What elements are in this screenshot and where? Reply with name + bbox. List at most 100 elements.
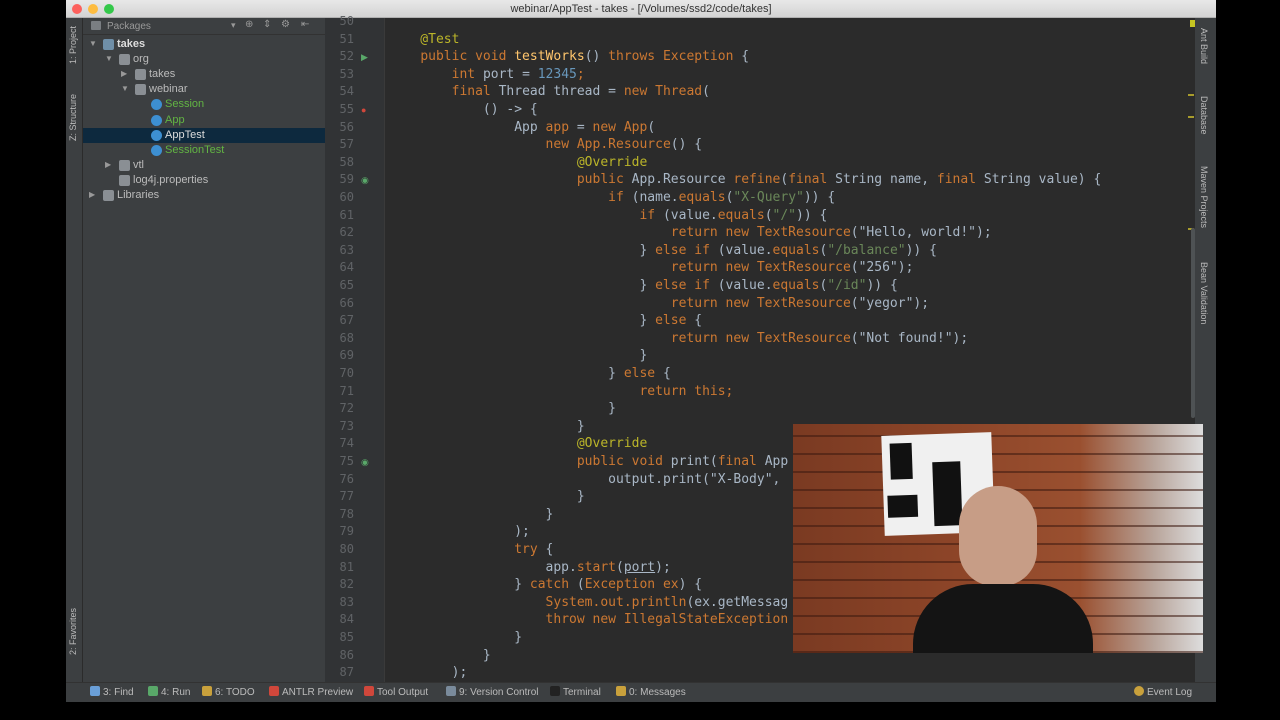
tree-item-label: takes — [117, 38, 146, 50]
code-line: public void print(final App — [576, 454, 789, 469]
bottom-tab-label: ANTLR Preview — [282, 687, 354, 698]
tab-favorites[interactable]: 2: Favorites — [68, 608, 78, 655]
error-gutter-icon[interactable]: ● — [361, 105, 366, 115]
tree-item[interactable]: ▼ takes — [83, 37, 325, 52]
tab-database[interactable]: Database — [1199, 96, 1209, 135]
line-number: 65 — [339, 278, 354, 292]
bottom-tab-4-run[interactable]: 4: Run — [148, 686, 190, 698]
tree-item-label: App — [165, 113, 185, 126]
line-number: 52 — [339, 49, 354, 64]
event-log-button[interactable]: Event Log — [1134, 686, 1192, 698]
bottom-tab-terminal[interactable]: Terminal — [550, 686, 601, 698]
tree-item-label: SessionTest — [165, 143, 225, 156]
line-number: 57 — [339, 137, 354, 152]
code-line: System.out.println(ex.getMessag — [545, 594, 789, 610]
code-line: @Override — [389, 154, 648, 170]
line-number: 64 — [339, 260, 354, 275]
collapse-arrow-icon[interactable]: ▶ — [105, 160, 111, 169]
tree-item-label: webinar — [149, 83, 188, 96]
code-line: } else { — [389, 313, 703, 329]
chevron-down-icon[interactable]: ▾ — [231, 20, 236, 31]
expand-arrow-icon[interactable]: ▼ — [105, 54, 113, 63]
line-number: 84 — [339, 612, 354, 627]
libraries-icon — [103, 190, 114, 201]
expand-arrow-icon[interactable]: ▼ — [121, 84, 129, 93]
tab-maven-projects[interactable]: Maven Projects — [1199, 166, 1209, 228]
code-line: throw new IllegalStateException — [545, 612, 789, 628]
collapse-arrow-icon[interactable]: ▶ — [121, 69, 127, 78]
bottom-tab-3-find[interactable]: 3: Find — [90, 686, 134, 698]
tree-item-label: AppTest — [165, 128, 205, 141]
gear-icon[interactable]: ⚙ — [281, 19, 290, 30]
code-line: () -> { — [389, 102, 538, 117]
code-line: return new TextResource("256"); — [670, 260, 914, 276]
tab-project[interactable]: 1: Project — [68, 26, 78, 64]
tree-item[interactable]: ▶ vtl — [83, 158, 325, 173]
run-gutter-icon[interactable]: ▶ — [361, 52, 368, 63]
line-number: 73 — [339, 418, 354, 433]
bottom-tab-label: Terminal — [563, 687, 601, 698]
warning-marker[interactable] — [1188, 94, 1194, 96]
test-icon — [151, 129, 162, 141]
line-number: 77 — [339, 489, 354, 504]
line-number: 85 — [339, 630, 354, 644]
line-number: 68 — [339, 330, 354, 345]
tab-bean-validation[interactable]: Bean Validation — [1199, 262, 1209, 324]
search-icon — [90, 686, 100, 696]
event-log-icon — [1134, 686, 1144, 696]
bottom-tab-9-version-control[interactable]: 9: Version Control — [446, 686, 539, 698]
todo-icon — [202, 686, 212, 696]
tree-item[interactable]: SessionTest — [83, 143, 325, 158]
override-gutter-icon[interactable]: ◉ — [361, 457, 369, 468]
line-number: 82 — [339, 577, 354, 592]
messages-icon — [616, 686, 626, 696]
package-icon — [135, 84, 146, 96]
tree-item[interactable]: ▶ takes — [83, 67, 325, 82]
tree-item[interactable]: ▼ webinar — [83, 82, 325, 97]
line-number: 55 — [339, 102, 354, 116]
project-panel: Packages ▾ ⊕ ⇕ ⚙ ⇤ ▼ takes ▼ org ▶ takes ▼ webi… — [83, 18, 325, 682]
collapse-all-icon[interactable]: ⇕ — [263, 19, 271, 30]
tree-item-label: takes — [149, 68, 176, 81]
bottom-tab-tool-output[interactable]: Tool Output — [364, 686, 428, 698]
collapse-arrow-icon[interactable]: ▶ — [89, 190, 95, 199]
code-line: ); — [389, 665, 468, 681]
view-selector[interactable]: Packages — [107, 21, 151, 32]
tree-item[interactable]: ▶ Libraries — [83, 188, 325, 203]
line-number: 60 — [339, 190, 354, 204]
line-number: 76 — [339, 471, 354, 486]
tab-structure[interactable]: Z: Structure — [68, 94, 78, 141]
code-line: } — [389, 489, 585, 505]
line-number: 59 — [339, 172, 354, 187]
line-number: 72 — [339, 401, 354, 416]
warning-marker[interactable] — [1188, 116, 1194, 118]
code-line: } — [389, 630, 523, 645]
tree-item[interactable]: Session — [83, 97, 325, 112]
bottom-tab-6-todo[interactable]: 6: TODO — [202, 686, 255, 698]
line-number: 66 — [339, 295, 354, 310]
tree-item[interactable]: log4j.properties — [83, 173, 325, 188]
tab-ant-build[interactable]: Ant Build — [1199, 28, 1209, 64]
line-number: 86 — [339, 647, 354, 662]
code-line: } — [389, 647, 491, 663]
tree-item[interactable]: AppTest — [83, 127, 325, 143]
bottom-tab-0-messages[interactable]: 0: Messages — [616, 686, 686, 698]
tree-item[interactable]: App — [83, 113, 325, 128]
line-number: 81 — [339, 559, 354, 574]
package-icon — [119, 159, 130, 171]
package-icon — [135, 69, 146, 81]
line-number: 51 — [339, 31, 354, 46]
bottom-tab-label: Tool Output — [377, 687, 429, 698]
bottom-tab-label: 3: Find — [103, 687, 134, 698]
editor-gutter: 50 51 52 ▶ 53 54 55 ● 56 57 58 59 ◉ 60 61 62 63 64 65 66 67 6… — [325, 14, 385, 682]
tree-item[interactable]: ▼ org — [83, 52, 325, 67]
hide-icon[interactable]: ⇤ — [301, 19, 309, 30]
window-title: webinar/AppTest - takes - [/Volumes/ssd2… — [510, 3, 772, 15]
code-line: output.print("X-Body", — [389, 471, 781, 487]
expand-arrow-icon[interactable]: ▼ — [89, 39, 97, 48]
scroll-from-source-icon[interactable]: ⊕ — [245, 19, 253, 30]
line-number: 83 — [339, 594, 354, 609]
bottom-tab-antlr-preview[interactable]: ANTLR Preview — [269, 686, 353, 698]
line-number: 62 — [339, 225, 354, 240]
override-gutter-icon[interactable]: ◉ — [361, 175, 369, 186]
